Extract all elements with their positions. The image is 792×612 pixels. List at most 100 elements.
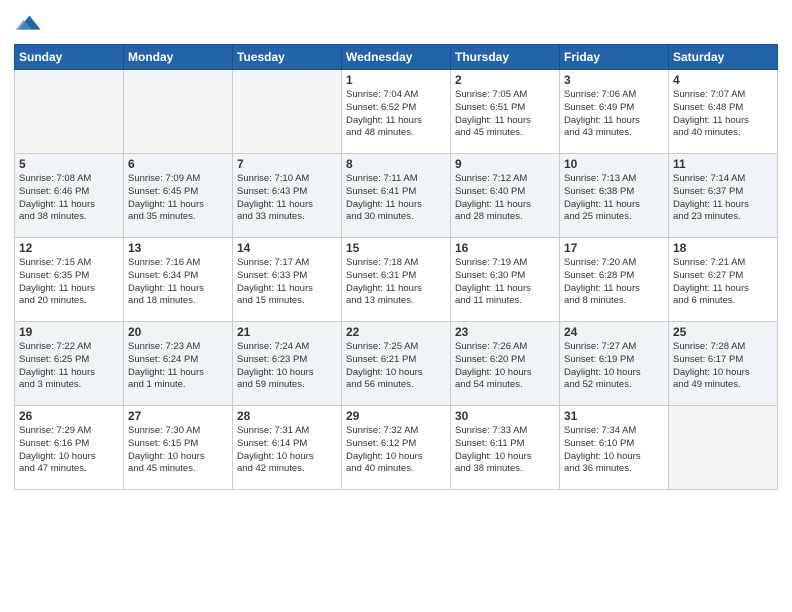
day-cell: 8 Sunrise: 7:11 AMSunset: 6:41 PMDaylight…: [342, 154, 451, 238]
day-number: 21: [237, 325, 337, 339]
day-info: Sunrise: 7:17 AMSunset: 6:33 PMDaylight:…: [237, 257, 337, 308]
day-info: Sunrise: 7:25 AMSunset: 6:21 PMDaylight:…: [346, 341, 446, 392]
day-cell: [233, 70, 342, 154]
day-number: 5: [19, 157, 119, 171]
day-info: Sunrise: 7:20 AMSunset: 6:28 PMDaylight:…: [564, 257, 664, 308]
day-cell: 17 Sunrise: 7:20 AMSunset: 6:28 PMDayligh…: [560, 238, 669, 322]
day-cell: 10 Sunrise: 7:13 AMSunset: 6:38 PMDayligh…: [560, 154, 669, 238]
day-number: 18: [673, 241, 773, 255]
day-number: 24: [564, 325, 664, 339]
day-cell: 4Sunrise: 7:07 AMSunset: 6:48 PMDaylight…: [669, 70, 778, 154]
day-info: Sunrise: 7:10 AMSunset: 6:43 PMDaylight:…: [237, 173, 337, 224]
day-number: 2: [455, 73, 555, 87]
day-number: 19: [19, 325, 119, 339]
day-number: 11: [673, 157, 773, 171]
day-info: Sunrise: 7:11 AMSunset: 6:41 PMDaylight:…: [346, 173, 446, 224]
day-cell: 7 Sunrise: 7:10 AMSunset: 6:43 PMDaylight…: [233, 154, 342, 238]
day-cell: 29 Sunrise: 7:32 AMSunset: 6:12 PMDayligh…: [342, 406, 451, 490]
logo: [14, 10, 46, 38]
day-cell: 12Sunrise: 7:15 AMSunset: 6:35 PMDayligh…: [15, 238, 124, 322]
day-info: Sunrise: 7:15 AMSunset: 6:35 PMDaylight:…: [19, 257, 119, 308]
day-number: 9: [455, 157, 555, 171]
day-number: 7: [237, 157, 337, 171]
day-number: 26: [19, 409, 119, 423]
day-info: Sunrise: 7:07 AMSunset: 6:48 PMDaylight:…: [673, 89, 773, 140]
day-cell: 14 Sunrise: 7:17 AMSunset: 6:33 PMDayligh…: [233, 238, 342, 322]
header-row: SundayMondayTuesdayWednesdayThursdayFrid…: [15, 45, 778, 70]
calendar: SundayMondayTuesdayWednesdayThursdayFrid…: [14, 44, 778, 490]
day-number: 6: [128, 157, 228, 171]
day-cell: 15 Sunrise: 7:18 AMSunset: 6:31 PMDayligh…: [342, 238, 451, 322]
day-info: Sunrise: 7:24 AMSunset: 6:23 PMDaylight:…: [237, 341, 337, 392]
day-cell: 13 Sunrise: 7:16 AMSunset: 6:34 PMDayligh…: [124, 238, 233, 322]
day-number: 17: [564, 241, 664, 255]
day-number: 20: [128, 325, 228, 339]
day-cell: 3 Sunrise: 7:06 AMSunset: 6:49 PMDaylight…: [560, 70, 669, 154]
day-cell: 5Sunrise: 7:08 AMSunset: 6:46 PMDaylight…: [15, 154, 124, 238]
day-info: Sunrise: 7:33 AMSunset: 6:11 PMDaylight:…: [455, 425, 555, 476]
day-number: 15: [346, 241, 446, 255]
day-info: Sunrise: 7:06 AMSunset: 6:49 PMDaylight:…: [564, 89, 664, 140]
day-number: 22: [346, 325, 446, 339]
day-info: Sunrise: 7:28 AMSunset: 6:17 PMDaylight:…: [673, 341, 773, 392]
day-info: Sunrise: 7:09 AMSunset: 6:45 PMDaylight:…: [128, 173, 228, 224]
day-number: 10: [564, 157, 664, 171]
day-number: 31: [564, 409, 664, 423]
day-info: Sunrise: 7:27 AMSunset: 6:19 PMDaylight:…: [564, 341, 664, 392]
day-cell: 19Sunrise: 7:22 AMSunset: 6:25 PMDayligh…: [15, 322, 124, 406]
day-cell: 22 Sunrise: 7:25 AMSunset: 6:21 PMDayligh…: [342, 322, 451, 406]
day-info: Sunrise: 7:14 AMSunset: 6:37 PMDaylight:…: [673, 173, 773, 224]
day-info: Sunrise: 7:16 AMSunset: 6:34 PMDaylight:…: [128, 257, 228, 308]
day-info: Sunrise: 7:12 AMSunset: 6:40 PMDaylight:…: [455, 173, 555, 224]
week-row-2: 5Sunrise: 7:08 AMSunset: 6:46 PMDaylight…: [15, 154, 778, 238]
day-number: 14: [237, 241, 337, 255]
day-cell: 16Sunrise: 7:19 AMSunset: 6:30 PMDayligh…: [451, 238, 560, 322]
logo-icon: [14, 10, 42, 38]
day-cell: 24 Sunrise: 7:27 AMSunset: 6:19 PMDayligh…: [560, 322, 669, 406]
day-number: 27: [128, 409, 228, 423]
day-info: Sunrise: 7:32 AMSunset: 6:12 PMDaylight:…: [346, 425, 446, 476]
day-cell: [124, 70, 233, 154]
day-cell: 26 Sunrise: 7:29 AMSunset: 6:16 PMDayligh…: [15, 406, 124, 490]
day-number: 3: [564, 73, 664, 87]
header: [14, 10, 778, 38]
day-info: Sunrise: 7:18 AMSunset: 6:31 PMDaylight:…: [346, 257, 446, 308]
page: SundayMondayTuesdayWednesdayThursdayFrid…: [0, 0, 792, 612]
day-number: 1: [346, 73, 446, 87]
day-cell: 6 Sunrise: 7:09 AMSunset: 6:45 PMDaylight…: [124, 154, 233, 238]
day-cell: 31Sunrise: 7:34 AMSunset: 6:10 PMDayligh…: [560, 406, 669, 490]
day-number: 29: [346, 409, 446, 423]
week-row-3: 12Sunrise: 7:15 AMSunset: 6:35 PMDayligh…: [15, 238, 778, 322]
col-header-thursday: Thursday: [451, 45, 560, 70]
day-number: 13: [128, 241, 228, 255]
col-header-friday: Friday: [560, 45, 669, 70]
day-cell: [15, 70, 124, 154]
col-header-tuesday: Tuesday: [233, 45, 342, 70]
day-info: Sunrise: 7:19 AMSunset: 6:30 PMDaylight:…: [455, 257, 555, 308]
day-info: Sunrise: 7:23 AMSunset: 6:24 PMDaylight:…: [128, 341, 228, 392]
col-header-sunday: Sunday: [15, 45, 124, 70]
week-row-5: 26 Sunrise: 7:29 AMSunset: 6:16 PMDayligh…: [15, 406, 778, 490]
day-cell: 18Sunrise: 7:21 AMSunset: 6:27 PMDayligh…: [669, 238, 778, 322]
day-info: Sunrise: 7:30 AMSunset: 6:15 PMDaylight:…: [128, 425, 228, 476]
week-row-1: 1Sunrise: 7:04 AMSunset: 6:52 PMDaylight…: [15, 70, 778, 154]
day-info: Sunrise: 7:13 AMSunset: 6:38 PMDaylight:…: [564, 173, 664, 224]
day-cell: 11 Sunrise: 7:14 AMSunset: 6:37 PMDayligh…: [669, 154, 778, 238]
day-number: 8: [346, 157, 446, 171]
day-number: 28: [237, 409, 337, 423]
day-cell: 20 Sunrise: 7:23 AMSunset: 6:24 PMDayligh…: [124, 322, 233, 406]
day-cell: 30 Sunrise: 7:33 AMSunset: 6:11 PMDayligh…: [451, 406, 560, 490]
day-number: 30: [455, 409, 555, 423]
day-info: Sunrise: 7:29 AMSunset: 6:16 PMDaylight:…: [19, 425, 119, 476]
day-cell: 21 Sunrise: 7:24 AMSunset: 6:23 PMDayligh…: [233, 322, 342, 406]
col-header-monday: Monday: [124, 45, 233, 70]
day-cell: 27 Sunrise: 7:30 AMSunset: 6:15 PMDayligh…: [124, 406, 233, 490]
day-number: 25: [673, 325, 773, 339]
col-header-saturday: Saturday: [669, 45, 778, 70]
col-header-wednesday: Wednesday: [342, 45, 451, 70]
day-info: Sunrise: 7:31 AMSunset: 6:14 PMDaylight:…: [237, 425, 337, 476]
day-cell: [669, 406, 778, 490]
day-cell: 28 Sunrise: 7:31 AMSunset: 6:14 PMDayligh…: [233, 406, 342, 490]
day-cell: 2Sunrise: 7:05 AMSunset: 6:51 PMDaylight…: [451, 70, 560, 154]
week-row-4: 19Sunrise: 7:22 AMSunset: 6:25 PMDayligh…: [15, 322, 778, 406]
